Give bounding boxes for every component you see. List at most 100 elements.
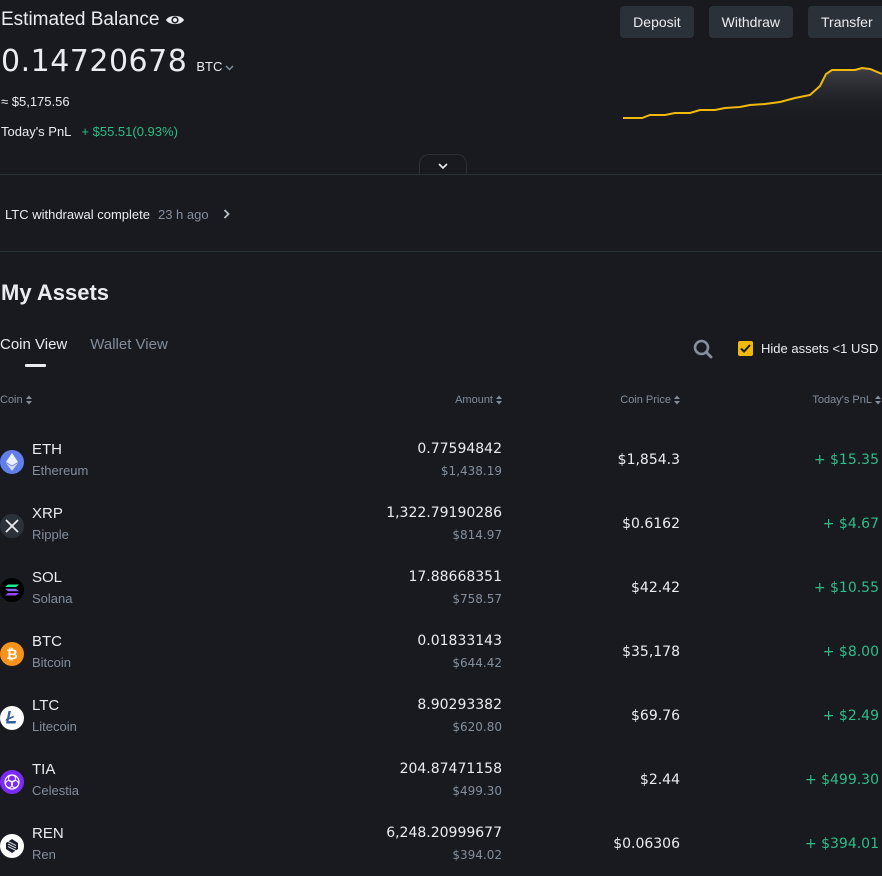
coin-amount-usd: $620.80	[452, 720, 502, 734]
coin-symbol: BTC	[32, 633, 62, 650]
asset-row[interactable]: ₿ BTC Bitcoin 0.01833143 $644.42 $35,178…	[0, 628, 882, 692]
asset-row[interactable]: TIA Celestia 204.87471158 $499.30 $2.44 …	[0, 756, 882, 820]
today-pnl-row: Today's PnL + $55.51(0.93%)	[1, 124, 178, 139]
ltc-icon	[0, 706, 24, 730]
coin-pnl: + $499.30	[804, 772, 879, 788]
balance-amount: 0.14720678	[1, 44, 188, 79]
column-pnl-label: Today's PnL	[812, 394, 872, 406]
column-price-label: Coin Price	[620, 394, 671, 406]
column-coin-label: Coin	[0, 394, 23, 406]
coin-price: $1,854.3	[617, 452, 680, 468]
coin-name: Celestia	[32, 783, 79, 798]
coin-amount: 1,322.79190286	[386, 505, 502, 521]
coin-name: Ripple	[32, 527, 69, 542]
deposit-button[interactable]: Deposit	[620, 6, 694, 38]
coin-symbol: LTC	[32, 697, 60, 714]
coin-amount-usd: $394.02	[452, 848, 502, 862]
column-coin[interactable]: Coin	[0, 394, 32, 406]
pnl-value: + $55.51(0.93%)	[81, 124, 178, 139]
coin-name: Solana	[32, 591, 73, 606]
coin-pnl: + $2.49	[822, 708, 879, 724]
coin-symbol: XRP	[32, 505, 63, 522]
coin-name: Ethereum	[32, 463, 89, 478]
sort-icon	[875, 395, 881, 405]
column-amount-label: Amount	[455, 394, 493, 406]
ren-icon	[0, 834, 24, 858]
assets-title: My Assets	[1, 280, 110, 305]
tia-icon	[0, 770, 24, 794]
tab-wallet-view[interactable]: Wallet View	[90, 336, 168, 365]
column-price[interactable]: Coin Price	[620, 394, 680, 406]
eye-icon[interactable]	[165, 10, 185, 30]
chevron-down-icon	[438, 156, 448, 174]
coin-amount: 17.88668351	[408, 569, 502, 585]
coin-amount: 0.01833143	[417, 633, 502, 649]
coin-amount: 8.90293382	[417, 697, 502, 713]
unit-label: BTC	[196, 59, 223, 74]
coin-amount: 204.87471158	[399, 761, 502, 777]
hide-small-label: Hide assets <1 USD	[761, 341, 879, 356]
coin-price: $0.06306	[613, 836, 680, 852]
search-icon[interactable]	[693, 339, 713, 359]
btc-icon: ₿	[0, 642, 24, 666]
coin-price: $0.6162	[622, 516, 680, 532]
withdraw-button[interactable]: Withdraw	[708, 6, 793, 38]
coin-amount: 6,248.20999677	[386, 825, 502, 841]
notification-row[interactable]: LTC withdrawal complete 23 h ago	[5, 207, 230, 222]
coin-pnl: + $8.00	[822, 644, 879, 660]
chevron-down-icon	[225, 59, 234, 74]
coin-pnl: + $4.67	[822, 516, 879, 532]
chevron-right-icon	[223, 207, 230, 222]
sort-icon	[674, 395, 680, 405]
expand-toggle[interactable]	[419, 154, 467, 174]
notification-time: 23 h ago	[157, 207, 209, 222]
coin-name: Ren	[32, 847, 56, 862]
action-buttons: Deposit Withdraw Transfer	[620, 6, 882, 38]
coin-price: $42.42	[631, 580, 680, 596]
asset-row[interactable]: XRP Ripple 1,322.79190286 $814.97 $0.616…	[0, 500, 882, 564]
divider	[0, 174, 882, 175]
coin-name: Litecoin	[32, 719, 77, 734]
balance-title-row: Estimated Balance	[1, 9, 185, 31]
tab-coin-view[interactable]: Coin View	[0, 336, 67, 367]
coin-amount-usd: $814.97	[452, 528, 502, 542]
coin-pnl: + $394.01	[804, 836, 879, 852]
coin-amount: 0.77594842	[417, 441, 502, 457]
view-tabs: Coin View Wallet View	[0, 336, 168, 367]
hide-small-assets[interactable]: Hide assets <1 USD	[738, 341, 878, 356]
coin-pnl: + $15.35	[813, 452, 879, 468]
balance-usd: ≈ $5,175.56	[1, 94, 70, 109]
balance-sparkline	[623, 66, 882, 126]
coin-pnl: + $10.55	[813, 580, 879, 596]
asset-row[interactable]: LTC Litecoin 8.90293382 $620.80 $69.76 +…	[0, 692, 882, 756]
balance-title: Estimated Balance	[1, 9, 160, 30]
coin-amount-usd: $499.30	[452, 784, 502, 798]
coin-price: $2.44	[639, 772, 680, 788]
coin-symbol: REN	[32, 825, 64, 842]
xrp-icon	[0, 514, 24, 538]
divider	[0, 251, 882, 252]
coin-symbol: TIA	[32, 761, 56, 778]
transfer-button[interactable]: Transfer	[808, 6, 882, 38]
sol-icon	[0, 578, 24, 602]
coin-symbol: SOL	[32, 569, 63, 586]
unit-selector[interactable]: BTC	[196, 59, 234, 74]
coin-amount-usd: $644.42	[452, 656, 502, 670]
column-amount[interactable]: Amount	[455, 394, 502, 406]
coin-price: $69.76	[631, 708, 680, 724]
asset-row[interactable]: ETH Ethereum 0.77594842 $1,438.19 $1,854…	[0, 436, 882, 500]
asset-row[interactable]: REN Ren 6,248.20999677 $394.02 $0.06306 …	[0, 820, 882, 876]
eth-icon	[0, 450, 24, 474]
coin-amount-usd: $1,438.19	[440, 464, 502, 478]
sort-icon	[496, 395, 502, 405]
sort-icon	[25, 395, 32, 405]
hide-small-checkbox[interactable]	[738, 341, 753, 356]
notification-text: LTC withdrawal complete	[5, 207, 150, 222]
asset-row[interactable]: SOL Solana 17.88668351 $758.57 $42.42 + …	[0, 564, 882, 628]
column-pnl[interactable]: Today's PnL	[812, 394, 881, 406]
balance-header: Estimated Balance 0.14720678 BTC ≈ $5,17…	[0, 0, 882, 175]
coin-symbol: ETH	[32, 441, 62, 458]
balance-row: 0.14720678 BTC	[1, 44, 234, 79]
coin-price: $35,178	[622, 644, 680, 660]
pnl-label: Today's PnL	[1, 124, 72, 139]
